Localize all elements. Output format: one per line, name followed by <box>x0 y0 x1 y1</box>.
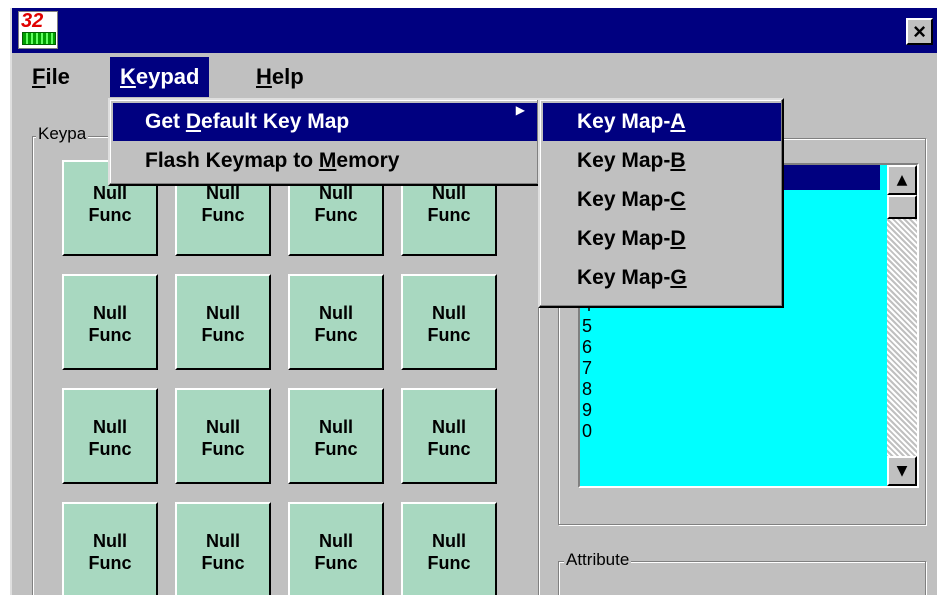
menu-item-flash-keymap[interactable]: Flash Keymap to Memory <box>113 142 537 180</box>
key-map-a-accel: A <box>670 110 686 133</box>
key-label-line: Null <box>206 531 240 551</box>
key-label-line: Func <box>88 553 132 573</box>
keypad-key-9[interactable]: Null Func <box>62 388 158 484</box>
submenu-key-map-a[interactable]: Key Map-A <box>543 103 781 141</box>
app-icon[interactable]: 32 <box>18 10 58 49</box>
flash-accel: M <box>318 149 337 172</box>
key-label-line: Null <box>93 531 127 551</box>
key-label-line: Func <box>427 325 471 345</box>
list-item[interactable]: 6 <box>582 337 592 358</box>
key-label-line: Null <box>432 531 466 551</box>
key-label-line: Func <box>427 439 471 459</box>
keymap-submenu: Key Map-A Key Map-B Key Map-C Key Map-D … <box>538 98 784 308</box>
key-label-line: Null <box>93 303 127 323</box>
menu-help[interactable]: Help <box>246 57 314 97</box>
key-label-line: Func <box>427 553 471 573</box>
key-label-line: Null <box>319 531 353 551</box>
scroll-thumb[interactable] <box>887 195 917 219</box>
key-map-c-prefix: Key Map- <box>577 188 671 211</box>
scroll-down-button[interactable]: ▼ <box>887 456 917 486</box>
list-item[interactable]: 8 <box>582 379 592 400</box>
menu-keypad[interactable]: Keypad <box>110 57 210 97</box>
key-label-line: Null <box>206 417 240 437</box>
keypad-key-12[interactable]: Null Func <box>401 388 497 484</box>
key-label-line: Func <box>201 205 245 225</box>
list-item[interactable]: 0 <box>582 421 592 442</box>
key-label-line: Func <box>427 205 471 225</box>
keypad-key-5[interactable]: Null Func <box>62 274 158 370</box>
list-item[interactable]: 9 <box>582 400 592 421</box>
scroll-up-button[interactable]: ▲ <box>887 165 917 195</box>
key-label-line: Func <box>201 325 245 345</box>
key-label-line: Null <box>432 417 466 437</box>
keypad-key-13[interactable]: Null Func <box>62 502 158 595</box>
key-map-c-accel: C <box>670 188 686 211</box>
key-label-line: Null <box>206 303 240 323</box>
keypad-key-10[interactable]: Null Func <box>175 388 271 484</box>
menu-file[interactable]: File <box>22 57 80 97</box>
key-label-line: Func <box>201 439 245 459</box>
list-item[interactable]: 5 <box>582 316 592 337</box>
key-map-b-accel: B <box>670 149 686 172</box>
key-label-line: Null <box>93 417 127 437</box>
list-item[interactable]: 7 <box>582 358 592 379</box>
list-items: 4567890 <box>582 295 592 442</box>
flash-suffix: emory <box>336 149 400 172</box>
key-map-d-prefix: Key Map- <box>577 227 671 250</box>
attribute-group-label: Attribute <box>564 550 632 570</box>
submenu-arrow-icon: ▶ <box>515 103 525 117</box>
close-button[interactable]: × <box>906 18 933 45</box>
menu-help-accel: H <box>256 64 272 89</box>
menu-item-get-default-key-map[interactable]: Get Default Key Map ▶ <box>113 103 537 141</box>
key-map-b-prefix: Key Map- <box>577 149 671 172</box>
menu-keypad-accel: K <box>120 64 136 89</box>
key-label-line: Null <box>319 417 353 437</box>
key-label-line: Null <box>432 303 466 323</box>
submenu-key-map-c[interactable]: Key Map-C <box>543 181 781 219</box>
menu-file-accel: F <box>32 64 46 89</box>
main-window: 32 × File Keypad Help Keypa Null Func Null… <box>10 8 937 595</box>
keypad-key-16[interactable]: Null Func <box>401 502 497 595</box>
submenu-key-map-b[interactable]: Key Map-B <box>543 142 781 180</box>
get-default-suffix: efault Key Map <box>201 110 350 133</box>
app-icon-number: 32 <box>21 10 44 32</box>
key-map-d-accel: D <box>670 227 686 250</box>
key-map-g-prefix: Key Map- <box>577 266 671 289</box>
key-label-line: Null <box>319 303 353 323</box>
menu-file-rest: ile <box>45 64 70 89</box>
keypad-key-8[interactable]: Null Func <box>401 274 497 370</box>
flash-prefix: Flash Keymap to <box>145 149 319 172</box>
submenu-key-map-g[interactable]: Key Map-G <box>543 259 781 297</box>
key-label-line: Func <box>314 205 358 225</box>
keypad-key-14[interactable]: Null Func <box>175 502 271 595</box>
key-label-line: Func <box>314 553 358 573</box>
keypad-dropdown-menu: Get Default Key Map ▶ Flash Keymap to Me… <box>108 98 540 186</box>
menu-help-rest: elp <box>271 64 304 89</box>
keypad-group-label: Keypa <box>36 124 89 144</box>
key-map-a-prefix: Key Map- <box>577 110 671 133</box>
keypad-key-7[interactable]: Null Func <box>288 274 384 370</box>
menu-keypad-rest: eypad <box>135 64 200 89</box>
keypad-key-15[interactable]: Null Func <box>288 502 384 595</box>
key-map-g-accel: G <box>670 266 687 289</box>
keypad-key-6[interactable]: Null Func <box>175 274 271 370</box>
key-label-line: Func <box>88 205 132 225</box>
submenu-key-map-d[interactable]: Key Map-D <box>543 220 781 258</box>
get-default-prefix: Get <box>145 110 186 133</box>
key-label-line: Func <box>314 325 358 345</box>
menu-bar: File Keypad Help <box>12 53 937 101</box>
vertical-scrollbar[interactable]: ▲ ▼ <box>887 165 917 486</box>
key-label-line: Func <box>88 325 132 345</box>
key-label-line: Func <box>314 439 358 459</box>
key-label-line: Func <box>88 439 132 459</box>
title-bar[interactable]: 32 × <box>12 8 937 53</box>
keypad-key-11[interactable]: Null Func <box>288 388 384 484</box>
get-default-accel: D <box>185 110 202 133</box>
keyboard-icon <box>22 32 56 45</box>
key-label-line: Func <box>201 553 245 573</box>
